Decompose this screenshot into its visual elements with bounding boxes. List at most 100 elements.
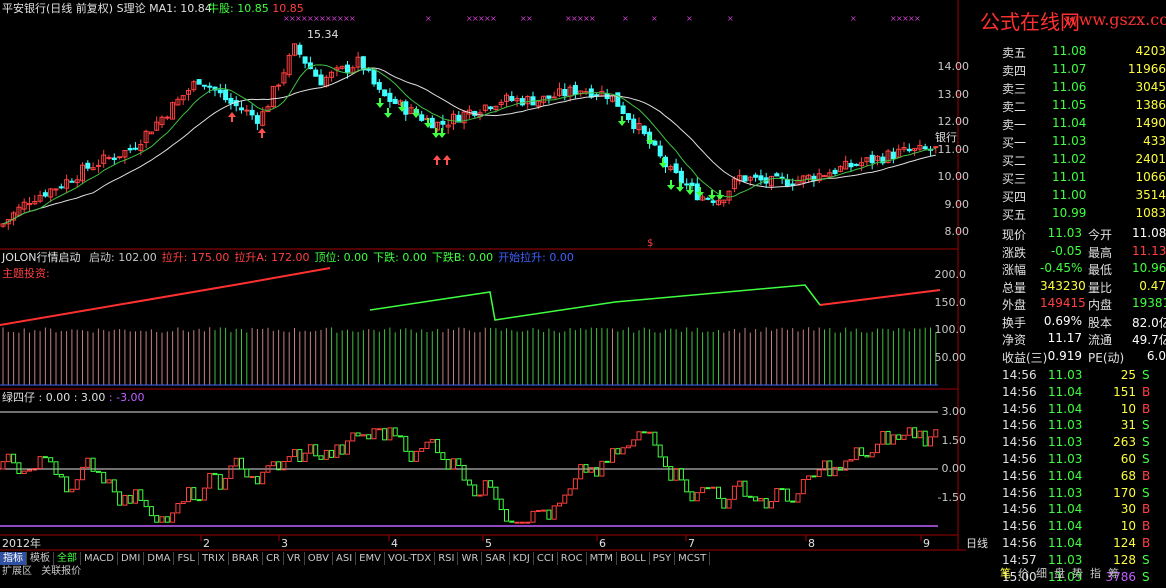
low-bar xyxy=(864,455,870,458)
down-arrow-icon xyxy=(384,108,392,118)
order-book-sell-row[interactable]: 卖五 11.08 4203 xyxy=(1000,44,1166,62)
mid-axis-label: 50.00 xyxy=(934,350,967,364)
indicator-tab[interactable]: DMA xyxy=(144,552,175,565)
candle-body xyxy=(631,118,637,130)
bottom-tab-expand[interactable]: 扩展区 xyxy=(2,566,32,577)
low-bar xyxy=(239,457,244,470)
low-axis-label: 3.00 xyxy=(941,405,967,418)
order-book-buy-row[interactable]: 买三 11.01 1066 xyxy=(1000,170,1166,188)
quote-tab[interactable]: 筹 xyxy=(1108,565,1126,581)
tick-volume: 151 xyxy=(1113,384,1136,399)
low-bar xyxy=(260,471,266,485)
low-bar xyxy=(896,434,902,440)
indicator-name: S理论 xyxy=(116,2,146,15)
indicator-tab[interactable]: 全部 xyxy=(54,552,81,565)
candle-body xyxy=(822,175,827,178)
order-book-sell-row[interactable]: 卖四 11.07 11966 xyxy=(1000,62,1166,80)
candle-body xyxy=(42,192,48,197)
quote-tab[interactable]: 笔 xyxy=(1000,565,1018,581)
low-bar xyxy=(217,474,223,490)
quote-label: 净资 xyxy=(1002,333,1027,347)
quote-tab[interactable]: 势 xyxy=(1072,565,1090,581)
bottom-tab-related[interactable]: 关联报价 xyxy=(41,566,81,577)
chart-canvas[interactable]: × × × × × × × × × × × × × × × × × × × × × × × × × × × × × × × × × × ×$ xyxy=(0,0,1000,566)
quote-value: 11.08 xyxy=(1132,226,1166,240)
tick-side: B xyxy=(1142,468,1151,483)
order-volume: 1386 xyxy=(1135,98,1166,112)
indicator-tab[interactable]: BOLL xyxy=(616,552,650,565)
low-bar xyxy=(504,509,509,522)
indicator-tab[interactable]: EMV xyxy=(356,552,385,565)
niu-label: 牛股: xyxy=(208,2,234,15)
tick-time: 14:56 xyxy=(1002,435,1037,450)
indicator-tab[interactable]: TRIX xyxy=(198,552,229,565)
order-book-sell-row[interactable]: 卖二 11.05 1386 xyxy=(1000,98,1166,116)
low-bar xyxy=(647,431,653,434)
order-book-buy-row[interactable]: 买五 10.99 1083 xyxy=(1000,206,1166,224)
low-bar xyxy=(16,462,22,475)
indicator-tab[interactable]: MACD xyxy=(81,552,118,565)
indicator-tab[interactable]: VOL-TDX xyxy=(384,552,436,565)
mid-line-red-2 xyxy=(819,289,941,306)
tick-volume: 170 xyxy=(1113,485,1136,500)
indicator-tab[interactable]: WR xyxy=(458,552,483,565)
quote-tab[interactable]: 价 xyxy=(1018,565,1036,581)
quote-tab[interactable]: 细 xyxy=(1036,565,1054,581)
period-label[interactable]: 日线 xyxy=(966,537,988,550)
low-bar xyxy=(583,464,589,473)
order-label: 买五 xyxy=(1002,208,1027,222)
tick-price: 11.04 xyxy=(1048,519,1083,534)
low-bar xyxy=(122,494,128,506)
order-volume: 1066 xyxy=(1135,170,1166,184)
candle-body xyxy=(53,188,59,191)
order-book-buy-row[interactable]: 买二 11.02 2401 xyxy=(1000,152,1166,170)
candle-body xyxy=(790,183,796,186)
low-bar xyxy=(392,427,398,437)
order-book-buy-row[interactable]: 买一 11.03 433 xyxy=(1000,134,1166,152)
price-axis-label: 10.00 xyxy=(937,170,970,183)
indicator-tab[interactable]: VR xyxy=(283,552,305,565)
price-axis-label: 13.00 xyxy=(937,87,970,101)
quote-value: 49.7亿 xyxy=(1132,333,1166,347)
indicator-tab[interactable]: BRAR xyxy=(228,552,263,565)
low-bar xyxy=(297,449,303,462)
low-bar xyxy=(816,469,822,478)
quote-tab[interactable]: 盘 xyxy=(1054,565,1072,581)
indicator-tab[interactable]: OBV xyxy=(304,552,333,565)
candle-body xyxy=(678,170,684,184)
quote-value: 149415 xyxy=(1040,296,1086,310)
indicator-tab[interactable]: ROC xyxy=(557,552,587,565)
low-bar xyxy=(440,452,446,461)
indicator-tab[interactable]: ASI xyxy=(333,552,357,565)
indicator-tab[interactable]: PSY xyxy=(649,552,676,565)
low-bar xyxy=(159,516,165,523)
indicator-tab[interactable]: KDJ xyxy=(509,552,534,565)
low-bar xyxy=(429,438,435,443)
price-axis-label: 14.00 xyxy=(937,60,970,73)
low-bar xyxy=(196,499,202,502)
order-book-buy-row[interactable]: 买四 11.00 3514 xyxy=(1000,188,1166,206)
candle-body xyxy=(69,180,75,183)
low-bar xyxy=(477,494,483,497)
order-book-sell-row[interactable]: 卖一 11.04 1490 xyxy=(1000,116,1166,134)
tick-row: 14:56 11.03 60 S xyxy=(1000,452,1166,470)
indicator-tab[interactable]: FSL xyxy=(174,552,199,565)
low-bar xyxy=(366,434,372,440)
indicator-tab[interactable]: MCST xyxy=(675,552,711,565)
low-bar xyxy=(763,498,769,509)
indicator-tab[interactable]: RSI xyxy=(435,552,459,565)
indicator-tab[interactable]: CCI xyxy=(533,552,558,565)
candle-body xyxy=(244,109,250,112)
indicator-tab[interactable]: 指标 xyxy=(0,552,27,565)
indicator-tab[interactable]: MTM xyxy=(586,552,617,565)
indicator-tab[interactable]: SAR xyxy=(482,552,510,565)
indicator-tab[interactable]: DMI xyxy=(117,552,145,565)
quote-value: 343230 xyxy=(1040,278,1086,293)
quote-tab[interactable]: 指 xyxy=(1090,565,1108,581)
indicator-tab[interactable]: 模板 xyxy=(27,552,54,565)
indicator-tab[interactable]: CR xyxy=(263,552,284,565)
quote-value: 11.17 xyxy=(1047,331,1082,345)
candle-body xyxy=(705,197,711,200)
order-book-sell-row[interactable]: 卖三 11.06 3045 xyxy=(1000,80,1166,98)
low-bar xyxy=(530,510,536,523)
